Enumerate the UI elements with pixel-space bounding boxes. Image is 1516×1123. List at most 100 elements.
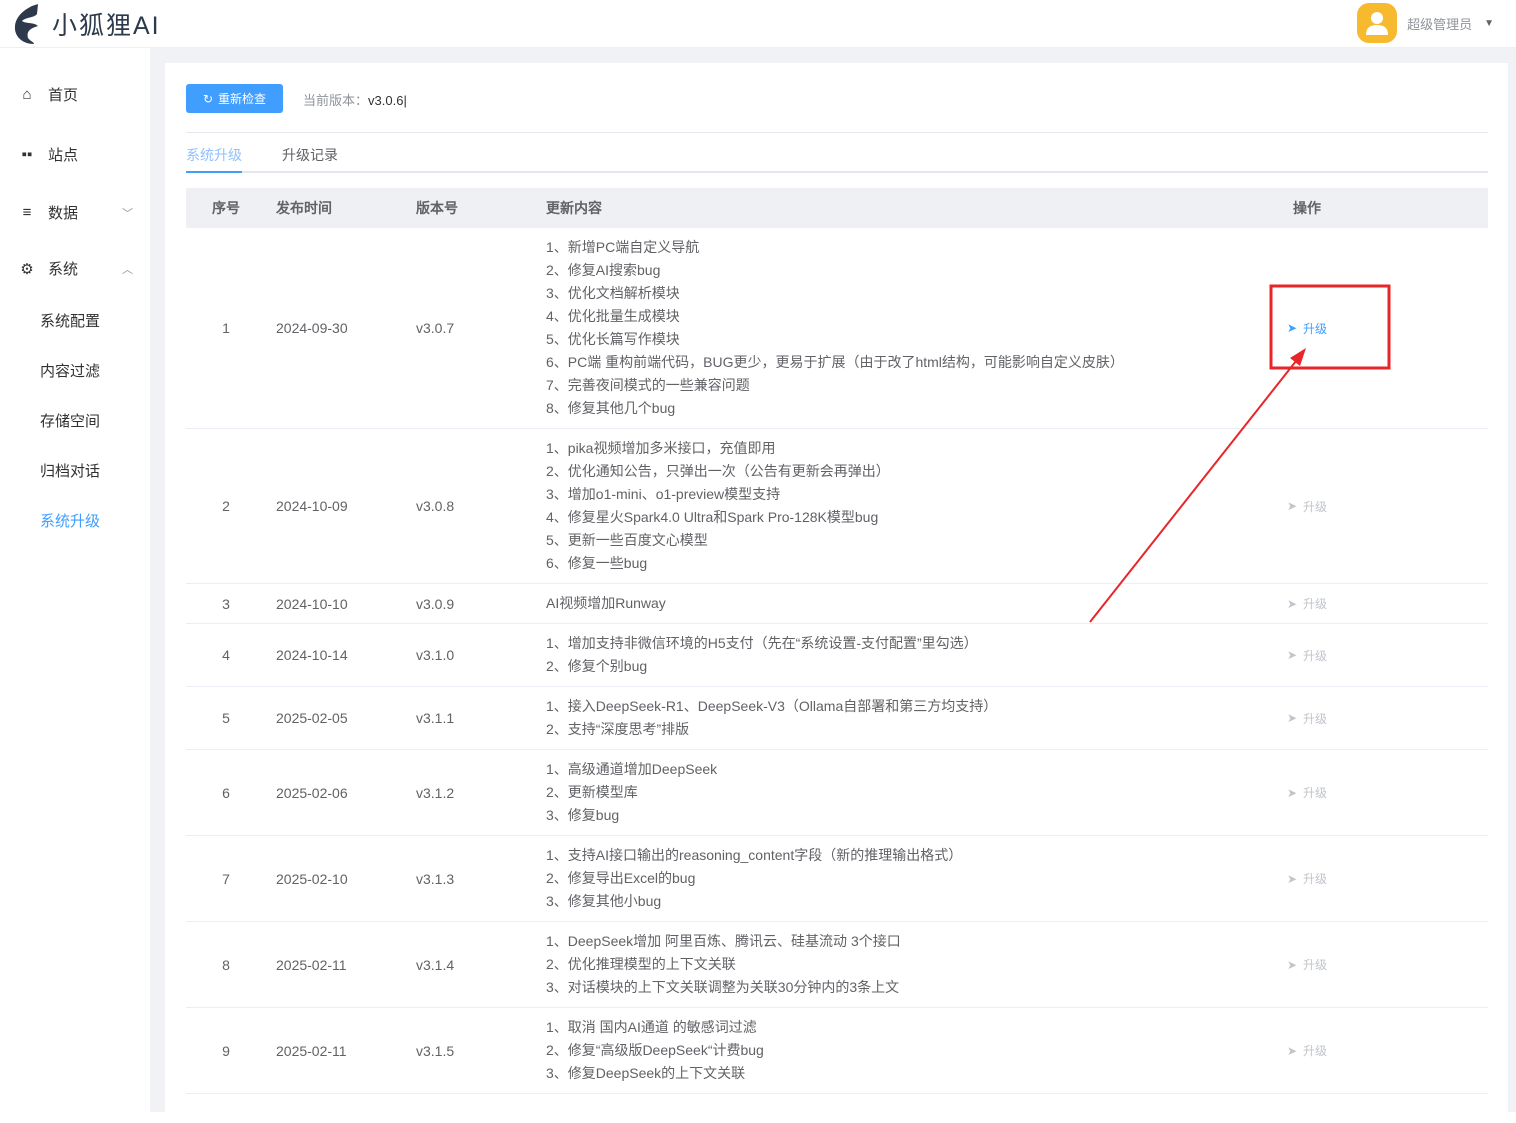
sidebar-item-label: 站点 <box>48 147 79 164</box>
change-line: 1、pika视频增加多米接口，充值即用 <box>546 440 776 456</box>
header-changes: 更新内容 <box>546 188 1232 228</box>
row-version: v3.0.8 <box>416 428 546 584</box>
row-version: v3.1.1 <box>416 686 546 750</box>
menu-icon: ≡ <box>22 204 32 221</box>
sidebar-item-data[interactable]: ≡ 数据 ﹀ <box>18 202 133 223</box>
upgrade-label: 升级 <box>1303 958 1328 973</box>
change-line: 3、修复其他小bug <box>546 893 662 909</box>
row-version: v3.1.0 <box>416 623 546 687</box>
row-changes: 1、接入DeepSeek-R1、DeepSeek-V3（Ollama自部署和第三… <box>546 686 1232 750</box>
change-line: 6、修复一些bug <box>546 555 648 571</box>
main-content: ↻ 重新检查 当前版本：v3.0.6| 系统升级 升级记录 序号 发布时间 版本号… <box>150 48 1516 1123</box>
current-version: 当前版本：v3.0.6| <box>303 93 407 108</box>
row-date: 2024-10-09 <box>266 428 416 584</box>
row-date: 2025-02-06 <box>266 749 416 836</box>
upgrade-label: 升级 <box>1303 321 1328 336</box>
gear-icon: ⚙ <box>20 260 34 278</box>
caret-down-icon: ▼ <box>1484 17 1494 29</box>
row-no: 8 <box>186 921 266 1008</box>
send-icon: ➤ <box>1286 785 1298 800</box>
tabs: 系统升级 升级记录 <box>186 145 1488 173</box>
upgrade-button[interactable]: ➤ 升级 <box>1287 870 1327 887</box>
change-line: 8、修复其他几个bug <box>546 400 676 416</box>
upgrade-button[interactable]: ➤ 升级 <box>1287 710 1327 727</box>
table-row: 5 2025-02-05 v3.1.1 1、接入DeepSeek-R1、Deep… <box>186 686 1488 750</box>
sidebar-item-label: 数据 <box>48 205 79 222</box>
change-line: 5、优化长篇写作模块 <box>546 331 680 347</box>
tab-system-upgrade[interactable]: 系统升级 <box>186 145 242 165</box>
row-no: 3 <box>186 583 266 624</box>
change-line: 3、修复DeepSeek的上下文关联 <box>546 1065 746 1081</box>
table-row: 1 2024-09-30 v3.0.7 1、新增PC端自定义导航 2、修复AI搜索… <box>186 228 1488 429</box>
row-version: v3.1.3 <box>416 835 546 922</box>
upgrade-button[interactable]: ➤ 升级 <box>1287 498 1327 515</box>
change-line: 1、接入DeepSeek-R1、DeepSeek-V3（Ollama自部署和第三… <box>546 698 998 714</box>
row-action: ➤ 升级 <box>1232 583 1382 624</box>
change-line: AI视频增加Runway <box>546 595 666 611</box>
sidebar-item-site[interactable]: ▪▪ 站点 <box>18 144 133 165</box>
row-action: ➤ 升级 <box>1232 921 1382 1008</box>
upgrade-button[interactable]: ➤ 升级 <box>1287 784 1327 801</box>
row-spacer <box>1382 623 1488 687</box>
fox-logo-icon <box>14 4 38 44</box>
sidebar-item-system[interactable]: ⚙ 系统 ︿ <box>18 258 133 279</box>
sidebar-sub-system-upgrade[interactable]: 系统升级 <box>40 510 100 531</box>
change-line: 2、支持“深度思考”排版 <box>546 721 690 737</box>
header-no: 序号 <box>186 188 266 228</box>
table-row: 3 2024-10-10 v3.0.9 AI视频增加Runway ➤ 升级 <box>186 583 1488 624</box>
sidebar-item-label: 系统 <box>48 261 79 278</box>
upgrade-button[interactable]: ➤ 升级 <box>1287 595 1327 612</box>
upgrade-button[interactable]: ➤ 升级 <box>1287 647 1327 664</box>
change-line: 2、修复个别bug <box>546 658 648 674</box>
sidebar-sub-content-filter[interactable]: 内容过滤 <box>40 360 100 381</box>
row-version: v3.1.5 <box>416 1007 546 1094</box>
sidebar-sub-storage[interactable]: 存储空间 <box>40 410 100 431</box>
change-line: 6、PC端 重构前端代码，BUG更少，更易于扩展（由于改了html结构，可能影响… <box>546 354 1124 370</box>
upgrade-label: 升级 <box>1303 711 1328 726</box>
send-icon: ➤ <box>1286 648 1298 663</box>
row-date: 2025-02-05 <box>266 686 416 750</box>
user-menu[interactable]: 超级管理员 ▼ <box>1357 3 1494 43</box>
change-line: 5、更新一些百度文心模型 <box>546 532 708 548</box>
change-line: 1、DeepSeek增加 阿里百炼、腾讯云、硅基流动 3个接口 <box>546 933 901 949</box>
change-line: 3、优化文档解析模块 <box>546 285 680 301</box>
row-date: 2024-09-30 <box>266 228 416 429</box>
header-spacer <box>1382 188 1488 228</box>
row-action: ➤ 升级 <box>1232 428 1382 584</box>
table-row: 7 2025-02-10 v3.1.3 1、支持AI接口输出的reasoning… <box>186 835 1488 922</box>
sidebar-sub-archive[interactable]: 归档对话 <box>40 460 100 481</box>
table-header: 序号 发布时间 版本号 更新内容 操作 <box>186 188 1488 228</box>
sidebar: ⌂ 首页 ▪▪ 站点 ≡ 数据 ﹀ ⚙ 系统 ︿ 系统配置 内容过滤 存储空间 归档对话 系… <box>0 48 150 1112</box>
row-spacer <box>1382 428 1488 584</box>
sidebar-sub-system-config[interactable]: 系统配置 <box>40 310 100 331</box>
tab-active-indicator <box>186 171 242 173</box>
row-spacer <box>1382 228 1488 429</box>
upgrade-button[interactable]: ➤ 升级 <box>1287 320 1327 337</box>
change-line: 1、增加支持非微信环境的H5支付（先在“系统设置-支付配置”里勾选） <box>546 635 978 651</box>
upgrade-button[interactable]: ➤ 升级 <box>1287 956 1327 973</box>
app-title: 小狐狸AI <box>52 12 161 40</box>
chevron-down-icon: ﹀ <box>122 207 133 220</box>
row-no: 6 <box>186 749 266 836</box>
row-action: ➤ 升级 <box>1232 686 1382 750</box>
row-changes: AI视频增加Runway <box>546 583 1232 624</box>
divider <box>186 132 1488 133</box>
row-action: ➤ 升级 <box>1232 835 1382 922</box>
row-version: v3.0.9 <box>416 583 546 624</box>
row-no: 2 <box>186 428 266 584</box>
row-spacer <box>1382 583 1488 624</box>
tab-upgrade-history[interactable]: 升级记录 <box>282 145 338 165</box>
row-spacer <box>1382 835 1488 922</box>
current-version-value: v3.0.6 <box>368 93 404 108</box>
upgrade-button[interactable]: ➤ 升级 <box>1287 1042 1327 1059</box>
change-line: 3、增加o1-mini、o1-preview模型支持 <box>546 486 781 502</box>
table-row: 9 2025-02-11 v3.1.5 1、取消 国内AI通道 的敏感词过滤 2、… <box>186 1007 1488 1094</box>
send-icon: ➤ <box>1286 871 1298 886</box>
row-version: v3.0.7 <box>416 228 546 429</box>
change-line: 3、对话模块的上下文关联调整为关联30分钟内的3条上文 <box>546 979 900 995</box>
recheck-button[interactable]: ↻ 重新检查 <box>186 84 283 113</box>
sidebar-item-home[interactable]: ⌂ 首页 <box>18 84 133 105</box>
logo[interactable]: 小狐狸AI <box>12 4 161 44</box>
top-header: 小狐狸AI 超级管理员 ▼ <box>0 0 1516 48</box>
change-line: 2、更新模型库 <box>546 784 638 800</box>
